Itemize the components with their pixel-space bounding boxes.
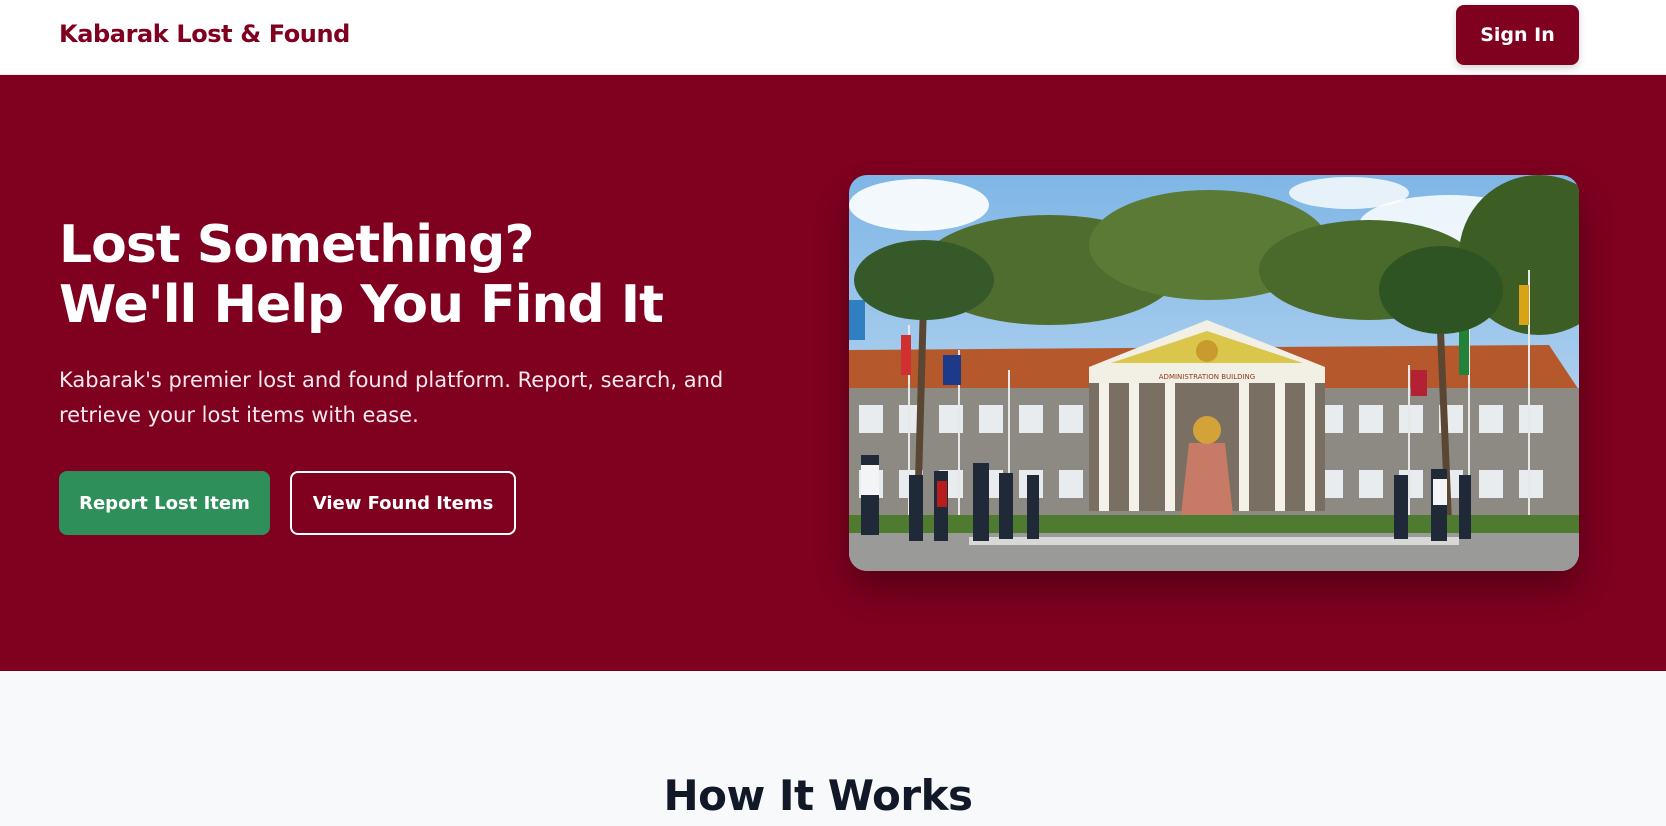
sign-in-button[interactable]: Sign In — [1456, 5, 1579, 65]
hero-title-line-2: We'll Help You Find It — [59, 275, 664, 335]
hero-section: Lost Something? We'll Help You Find It K… — [0, 75, 1666, 671]
how-it-works-heading: How It Works — [663, 771, 973, 820]
report-lost-item-button[interactable]: Report Lost Item — [59, 471, 270, 535]
building-sign-text: ADMINISTRATION BUILDING — [1159, 373, 1255, 381]
view-found-items-button[interactable]: View Found Items — [290, 471, 516, 535]
hero-title: Lost Something? We'll Help You Find It — [59, 215, 664, 335]
hero-title-line-1: Lost Something? — [59, 215, 535, 275]
campus-building-image: ADMINISTRATION BUILDING — [849, 175, 1579, 571]
top-navbar: Kabarak Lost & Found Sign In — [0, 0, 1666, 75]
hero-subtitle: Kabarak's premier lost and found platfor… — [59, 368, 724, 427]
brand-logo-text[interactable]: Kabarak Lost & Found — [59, 20, 350, 48]
